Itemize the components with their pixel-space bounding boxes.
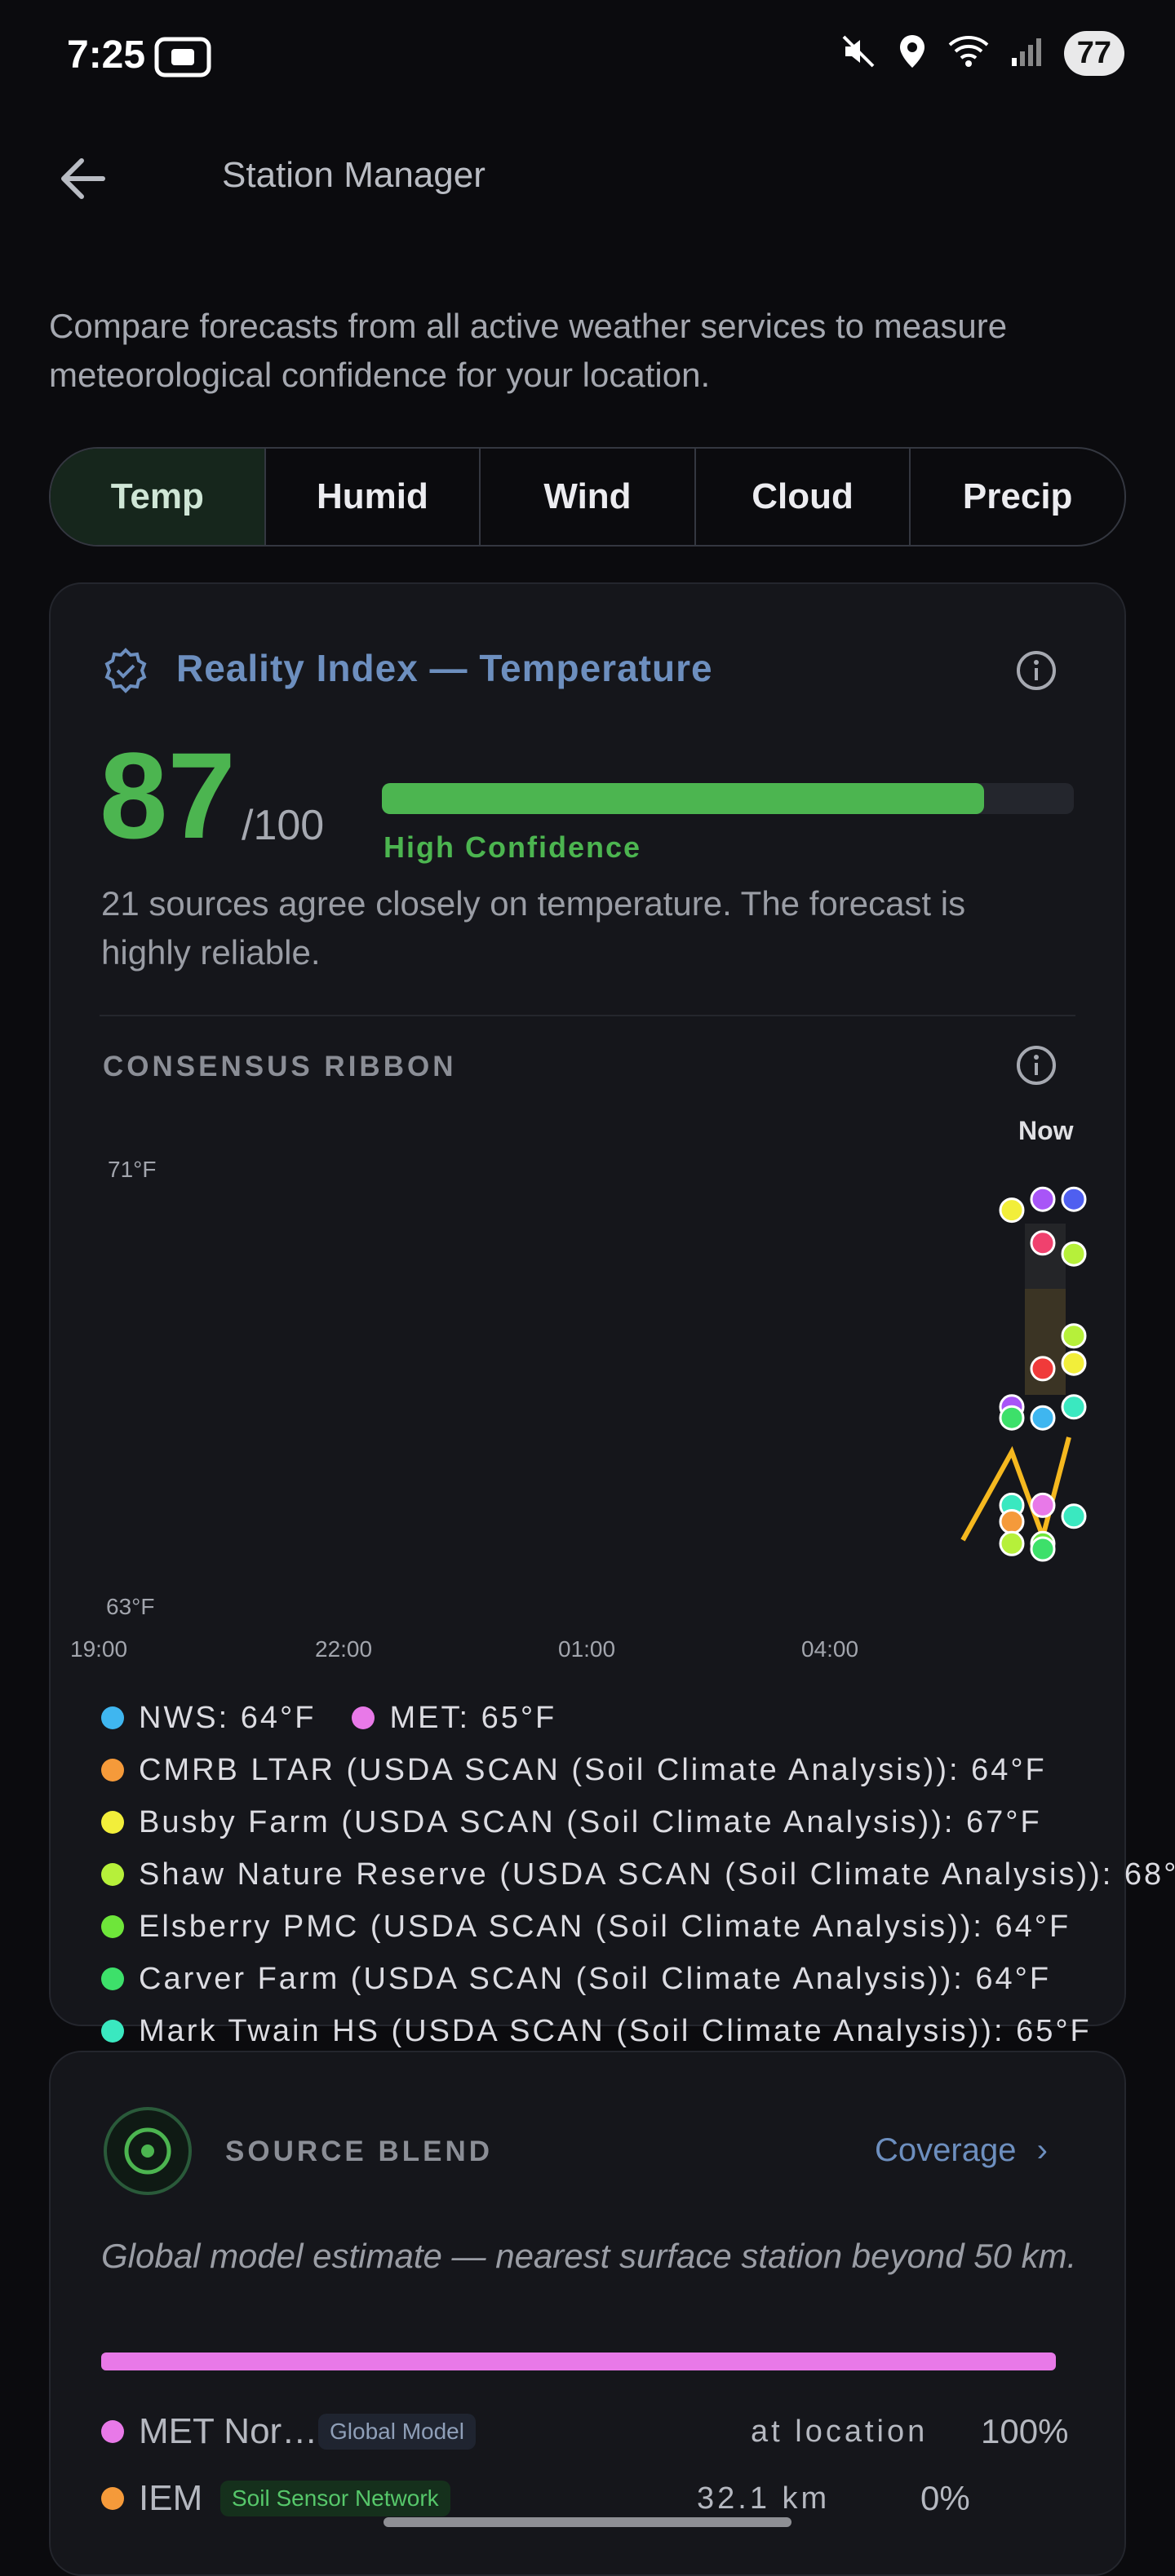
source-dot <box>101 2487 124 2510</box>
legend-row: Carver Farm (USDA SCAN (Soil Climate Ana… <box>101 1953 1175 2005</box>
legend-row: Shaw Nature Reserve (USDA SCAN (Soil Cli… <box>101 1848 1175 1901</box>
home-indicator[interactable] <box>384 2517 791 2527</box>
ribbon-point <box>1030 1492 1056 1518</box>
ribbon-point <box>1061 1394 1087 1420</box>
legend-row: Mark Twain HS (USDA SCAN (Soil Climate A… <box>101 2005 1175 2057</box>
legend-entry: NWS: 64°F <box>139 1700 317 1735</box>
legend-entry: Mark Twain HS (USDA SCAN (Soil Climate A… <box>139 2013 1092 2048</box>
ribbon-point <box>1061 1186 1087 1212</box>
source-dot <box>101 2420 124 2443</box>
source-type-badge: Global Model <box>318 2414 476 2450</box>
coverage-label: Coverage <box>875 2132 1017 2168</box>
target-icon <box>103 2106 193 2196</box>
legend-dot <box>101 1811 124 1834</box>
ribbon-point <box>1030 1405 1056 1431</box>
ribbon-point <box>999 1530 1025 1556</box>
legend-dot <box>101 1706 124 1729</box>
legend-row: Busby Farm (USDA SCAN (Soil Climate Anal… <box>101 1796 1175 1848</box>
legend-dot <box>101 1759 124 1782</box>
ribbon-point <box>1061 1350 1087 1376</box>
ribbon-point <box>1030 1536 1056 1562</box>
ribbon-point <box>1061 1241 1087 1267</box>
source-share: 100% <box>981 2412 1069 2450</box>
legend-entry: Carver Farm (USDA SCAN (Soil Climate Ana… <box>139 1961 1052 1996</box>
source-blend-label: SOURCE BLEND <box>225 2136 494 2167</box>
ribbon-point <box>1030 1356 1056 1382</box>
ribbon-point <box>1030 1230 1056 1256</box>
blend-share-bar <box>101 2352 1056 2370</box>
source-distance: at location <box>751 2414 929 2449</box>
ribbon-point <box>999 1405 1025 1431</box>
legend-dot <box>101 1863 124 1886</box>
consensus-ribbon-chart <box>960 1186 1087 1562</box>
legend-row: NWS: 64°F MET: 65°F <box>101 1692 1175 1744</box>
ribbon-point <box>1030 1186 1056 1212</box>
blend-note: Global model estimate — nearest surface … <box>101 2237 1077 2275</box>
ribbon-point <box>1061 1323 1087 1349</box>
ribbon-point <box>1061 1503 1087 1529</box>
source-row[interactable]: MET Nor… Global Model at location 100% <box>101 2405 1080 2459</box>
legend-dot <box>101 1915 124 1938</box>
legend-entry: CMRB LTAR (USDA SCAN (Soil Climate Analy… <box>139 1752 1047 1787</box>
ribbon-legend: NWS: 64°F MET: 65°F CMRB LTAR (USDA SCAN… <box>101 1692 1175 2057</box>
legend-dot <box>352 1706 375 1729</box>
legend-entry: MET: 65°F <box>389 1700 557 1735</box>
source-name: MET Nor… <box>139 2411 318 2451</box>
chevron-right-icon: › <box>1036 2132 1048 2168</box>
legend-row: CMRB LTAR (USDA SCAN (Soil Climate Analy… <box>101 1744 1175 1796</box>
source-distance: 32.1 km <box>697 2481 831 2516</box>
source-type-badge: Soil Sensor Network <box>220 2481 450 2516</box>
legend-entry: Busby Farm (USDA SCAN (Soil Climate Anal… <box>139 1804 1042 1839</box>
source-name: IEM <box>139 2478 203 2518</box>
coverage-link[interactable]: Coverage › <box>875 2132 1048 2169</box>
ribbon-point <box>999 1509 1025 1534</box>
ribbon-point <box>999 1197 1025 1224</box>
legend-row: Elsberry PMC (USDA SCAN (Soil Climate An… <box>101 1901 1175 1953</box>
legend-entry: Elsberry PMC (USDA SCAN (Soil Climate An… <box>139 1909 1071 1944</box>
legend-dot <box>101 2020 124 2043</box>
source-share: 0% <box>920 2479 970 2517</box>
legend-entry: Shaw Nature Reserve (USDA SCAN (Soil Cli… <box>139 1857 1175 1892</box>
legend-dot <box>101 1967 124 1990</box>
